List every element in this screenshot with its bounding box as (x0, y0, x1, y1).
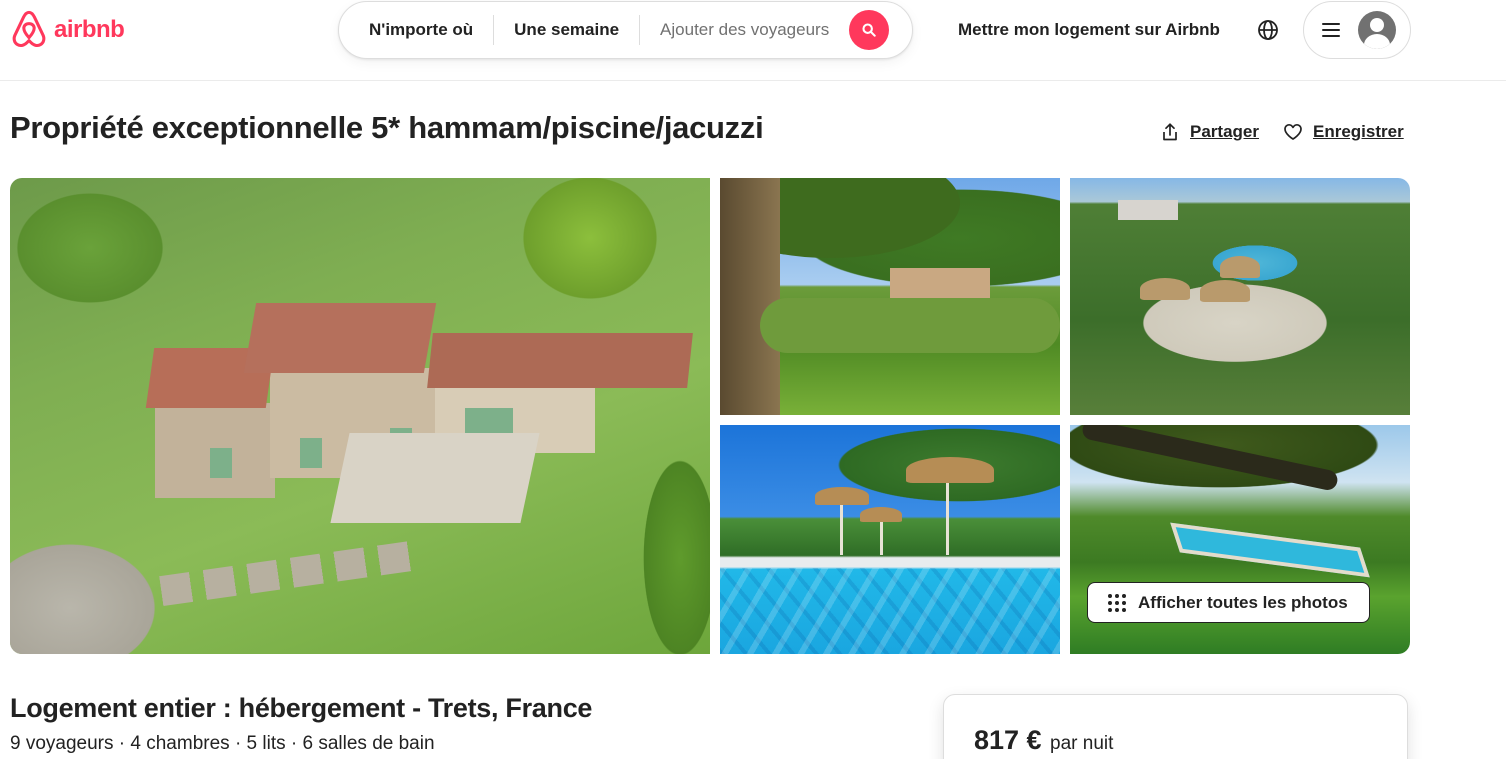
price-display: 817 € par nuit (974, 725, 1113, 756)
save-label: Enregistrer (1312, 122, 1404, 141)
booking-card: 817 € par nuit (943, 694, 1408, 759)
listing-title: Propriété exceptionnelle 5* hammam/pisci… (10, 110, 764, 145)
airbnb-logo-icon (12, 10, 46, 48)
logo-wordmark: airbnb (54, 16, 125, 43)
photo-pool-parasols[interactable] (720, 425, 1060, 654)
heart-icon (1284, 123, 1302, 140)
hamburger-menu-icon (1322, 23, 1340, 37)
grid-dots-icon (1108, 593, 1126, 612)
search-where-button[interactable]: N'importe où (339, 20, 493, 40)
photo-pool-aerial[interactable] (1070, 178, 1410, 415)
search-when-button[interactable]: Une semaine (494, 20, 639, 40)
user-menu-button[interactable] (1303, 1, 1411, 59)
search-submit-button[interactable] (849, 10, 890, 50)
listing-subtitle: Logement entier : hébergement - Trets, F… (10, 693, 593, 723)
stone-path-illustration (159, 540, 421, 606)
search-bar[interactable]: N'importe où Une semaine Ajouter des voy… (338, 1, 913, 59)
price-unit: par nuit (1050, 733, 1114, 754)
search-icon (862, 23, 876, 37)
save-button[interactable]: Enregistrer (1283, 122, 1404, 142)
globe-icon[interactable] (1256, 18, 1280, 42)
share-label: Partager (1190, 122, 1259, 141)
show-all-photos-button[interactable]: Afficher toutes les photos (1087, 582, 1370, 623)
listing-details: 9 voyageurs · 4 chambres · 5 lits · 6 sa… (10, 733, 435, 754)
search-guests-button[interactable]: Ajouter des voyageurs (640, 20, 849, 40)
share-icon (1163, 123, 1177, 141)
price-amount: 817 € (974, 725, 1042, 755)
airbnb-logo[interactable]: airbnb (10, 10, 125, 50)
listing-actions: Partager Enregistrer (1160, 122, 1404, 142)
user-avatar-icon (1358, 11, 1396, 49)
become-host-link[interactable]: Mettre mon logement sur Airbnb (958, 20, 1220, 40)
top-header: airbnb N'importe où Une semaine Ajouter … (0, 0, 1506, 81)
terrace-illustration (330, 433, 540, 523)
show-all-photos-label: Afficher toutes les photos (1138, 592, 1348, 612)
photo-garden-farmhouse[interactable] (720, 178, 1060, 415)
share-button[interactable]: Partager (1160, 122, 1259, 142)
main-photo-aerial-house[interactable] (10, 178, 710, 654)
